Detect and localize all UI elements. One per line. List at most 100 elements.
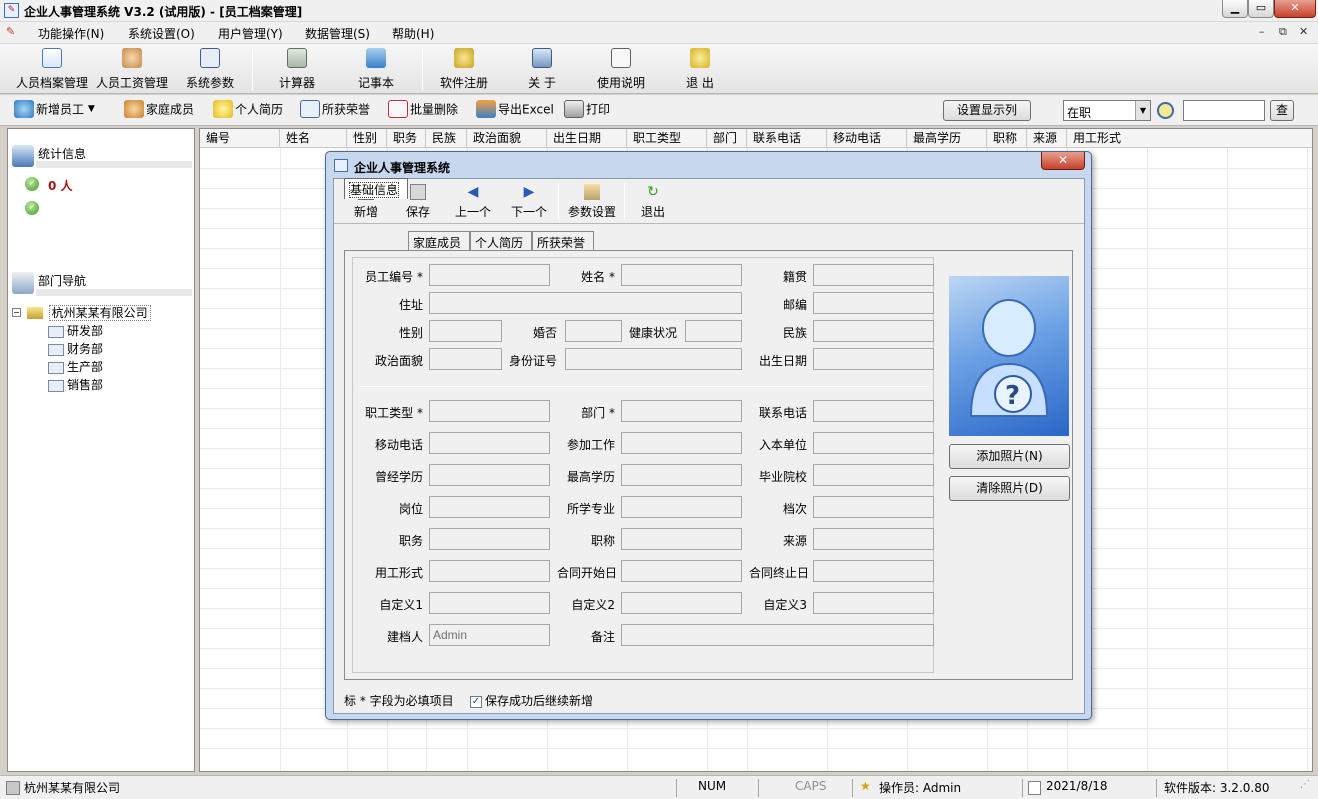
input-gender[interactable] [429,320,502,342]
toolbar-salary[interactable]: 人员工资管理 [92,44,172,92]
toolbar-notepad[interactable]: 记事本 [346,44,406,92]
input-remark[interactable] [621,624,934,646]
search-input[interactable] [1183,100,1265,121]
resize-grip-icon[interactable]: ⋰ [1300,779,1310,790]
input-address[interactable] [429,292,742,314]
input-birthday[interactable] [813,348,934,370]
col-header[interactable]: 性别 [347,129,387,148]
input-political[interactable] [429,348,502,370]
input-emp-no[interactable] [429,264,550,286]
input-major[interactable] [621,496,742,518]
col-header[interactable]: 职务 [387,129,426,148]
dropdown-arrow-icon[interactable]: ▼ [88,104,95,114]
add-employee-button[interactable]: 新增员工 ▼ [14,100,95,122]
resume-button[interactable]: 个人简历 [213,100,283,122]
col-header[interactable]: 来源 [1027,129,1067,148]
input-contract-end[interactable] [813,560,934,582]
input-grade[interactable] [813,496,934,518]
batch-delete-button[interactable]: 批量删除 [388,100,458,122]
menu-help[interactable]: 帮助(H) [392,25,434,42]
mdi-close-icon[interactable]: ✕ [1299,25,1308,38]
input-mobile[interactable] [429,432,550,454]
toolbar-manual[interactable]: 使用说明 [590,44,652,92]
toolbar-calculator[interactable]: 计算器 [268,44,326,92]
input-native[interactable] [813,264,934,286]
col-header[interactable]: 编号 [200,129,280,148]
input-contract-start[interactable] [621,560,742,582]
continue-checkbox[interactable]: ✓ 保存成功后继续新增 [470,692,593,709]
tab-family[interactable]: 家庭成员 [408,231,470,251]
export-excel-button[interactable]: 导出Excel [476,100,554,122]
col-header[interactable]: 用工形式 [1067,129,1312,148]
print-button[interactable]: 打印 [564,100,610,122]
honors-button[interactable]: 所获荣誉 [300,100,370,122]
toolbar-register[interactable]: 软件注册 [434,44,494,92]
input-emp-type[interactable] [429,400,550,422]
col-header[interactable]: 姓名 [280,129,347,148]
toolbar-personnel-files[interactable]: 人员档案管理 [12,44,92,92]
input-name[interactable] [621,264,742,286]
input-join-unit[interactable] [813,432,934,454]
collapse-icon[interactable]: − [12,308,21,317]
tree-dept-rd[interactable]: 研发部 [48,322,103,339]
input-employment[interactable] [429,560,550,582]
add-photo-button[interactable]: 添加照片(N) [949,444,1070,469]
col-header[interactable]: 部门 [707,129,747,148]
dialog-close-button[interactable]: ✕ [1041,152,1085,170]
input-custom1[interactable] [429,592,550,614]
input-phone[interactable] [813,400,934,422]
input-id-no[interactable] [565,348,742,370]
input-title[interactable] [621,528,742,550]
input-duty[interactable] [429,528,550,550]
status-select[interactable]: 在职 ▼ [1063,100,1151,121]
dialog-prev-button[interactable]: ◀ 上一个 [448,181,498,221]
col-header[interactable]: 政治面貌 [467,129,547,148]
col-header[interactable]: 职称 [987,129,1027,148]
chevron-down-icon[interactable]: ▼ [1135,101,1150,120]
clear-photo-button[interactable]: 清除照片(D) [949,476,1070,501]
toolbar-system-params[interactable]: 系统参数 [180,44,240,92]
dialog-settings-button[interactable]: 参数设置 [564,181,620,221]
col-header[interactable]: 移动电话 [827,129,907,148]
mdi-minimize-icon[interactable]: – [1259,25,1265,38]
input-highest-edu[interactable] [621,464,742,486]
input-source[interactable] [813,528,934,550]
input-custom3[interactable] [813,592,934,614]
menu-user-management[interactable]: 用户管理(Y) [218,25,283,42]
toolbar-exit[interactable]: 退 出 [672,44,728,92]
input-health[interactable] [685,320,742,342]
input-married[interactable] [565,320,622,342]
tree-dept-finance[interactable]: 财务部 [48,340,103,357]
tab-honors[interactable]: 所获荣誉 [532,231,594,251]
menu-data-management[interactable]: 数据管理(S) [305,25,370,42]
tab-resume[interactable]: 个人简历 [470,231,532,251]
input-post[interactable] [429,496,550,518]
toolbar-about[interactable]: 关 于 [514,44,570,92]
input-creator[interactable] [429,624,550,646]
dialog-exit-button[interactable]: ↻ 退出 [632,181,674,221]
tab-basic-info[interactable]: 基础信息 [344,178,408,199]
input-postcode[interactable] [813,292,934,314]
input-dept[interactable] [621,400,742,422]
search-button[interactable]: 查 [1270,100,1294,121]
col-header[interactable]: 最高学历 [907,129,987,148]
input-work-start[interactable] [621,432,742,454]
col-header[interactable]: 职工类型 [627,129,707,148]
mdi-restore-icon[interactable]: ⧉ [1279,25,1287,39]
input-custom2[interactable] [621,592,742,614]
input-ethnicity[interactable] [813,320,934,342]
input-school[interactable] [813,464,934,486]
menu-function[interactable]: 功能操作(N) [38,25,104,42]
tree-dept-sales[interactable]: 销售部 [48,376,103,393]
tree-dept-production[interactable]: 生产部 [48,358,103,375]
input-edu-history[interactable] [429,464,550,486]
set-columns-button[interactable]: 设置显示列 [943,100,1031,121]
family-members-button[interactable]: 家庭成员 [124,100,194,122]
col-header[interactable]: 民族 [426,129,467,148]
checkbox-checked-icon[interactable]: ✓ [470,695,482,708]
col-header[interactable]: 出生日期 [547,129,627,148]
menu-system-settings[interactable]: 系统设置(O) [128,25,195,42]
dialog-next-button[interactable]: ▶ 下一个 [504,181,554,221]
close-button[interactable]: ✕ [1274,0,1316,18]
maximize-button[interactable]: ▭ [1248,0,1274,18]
